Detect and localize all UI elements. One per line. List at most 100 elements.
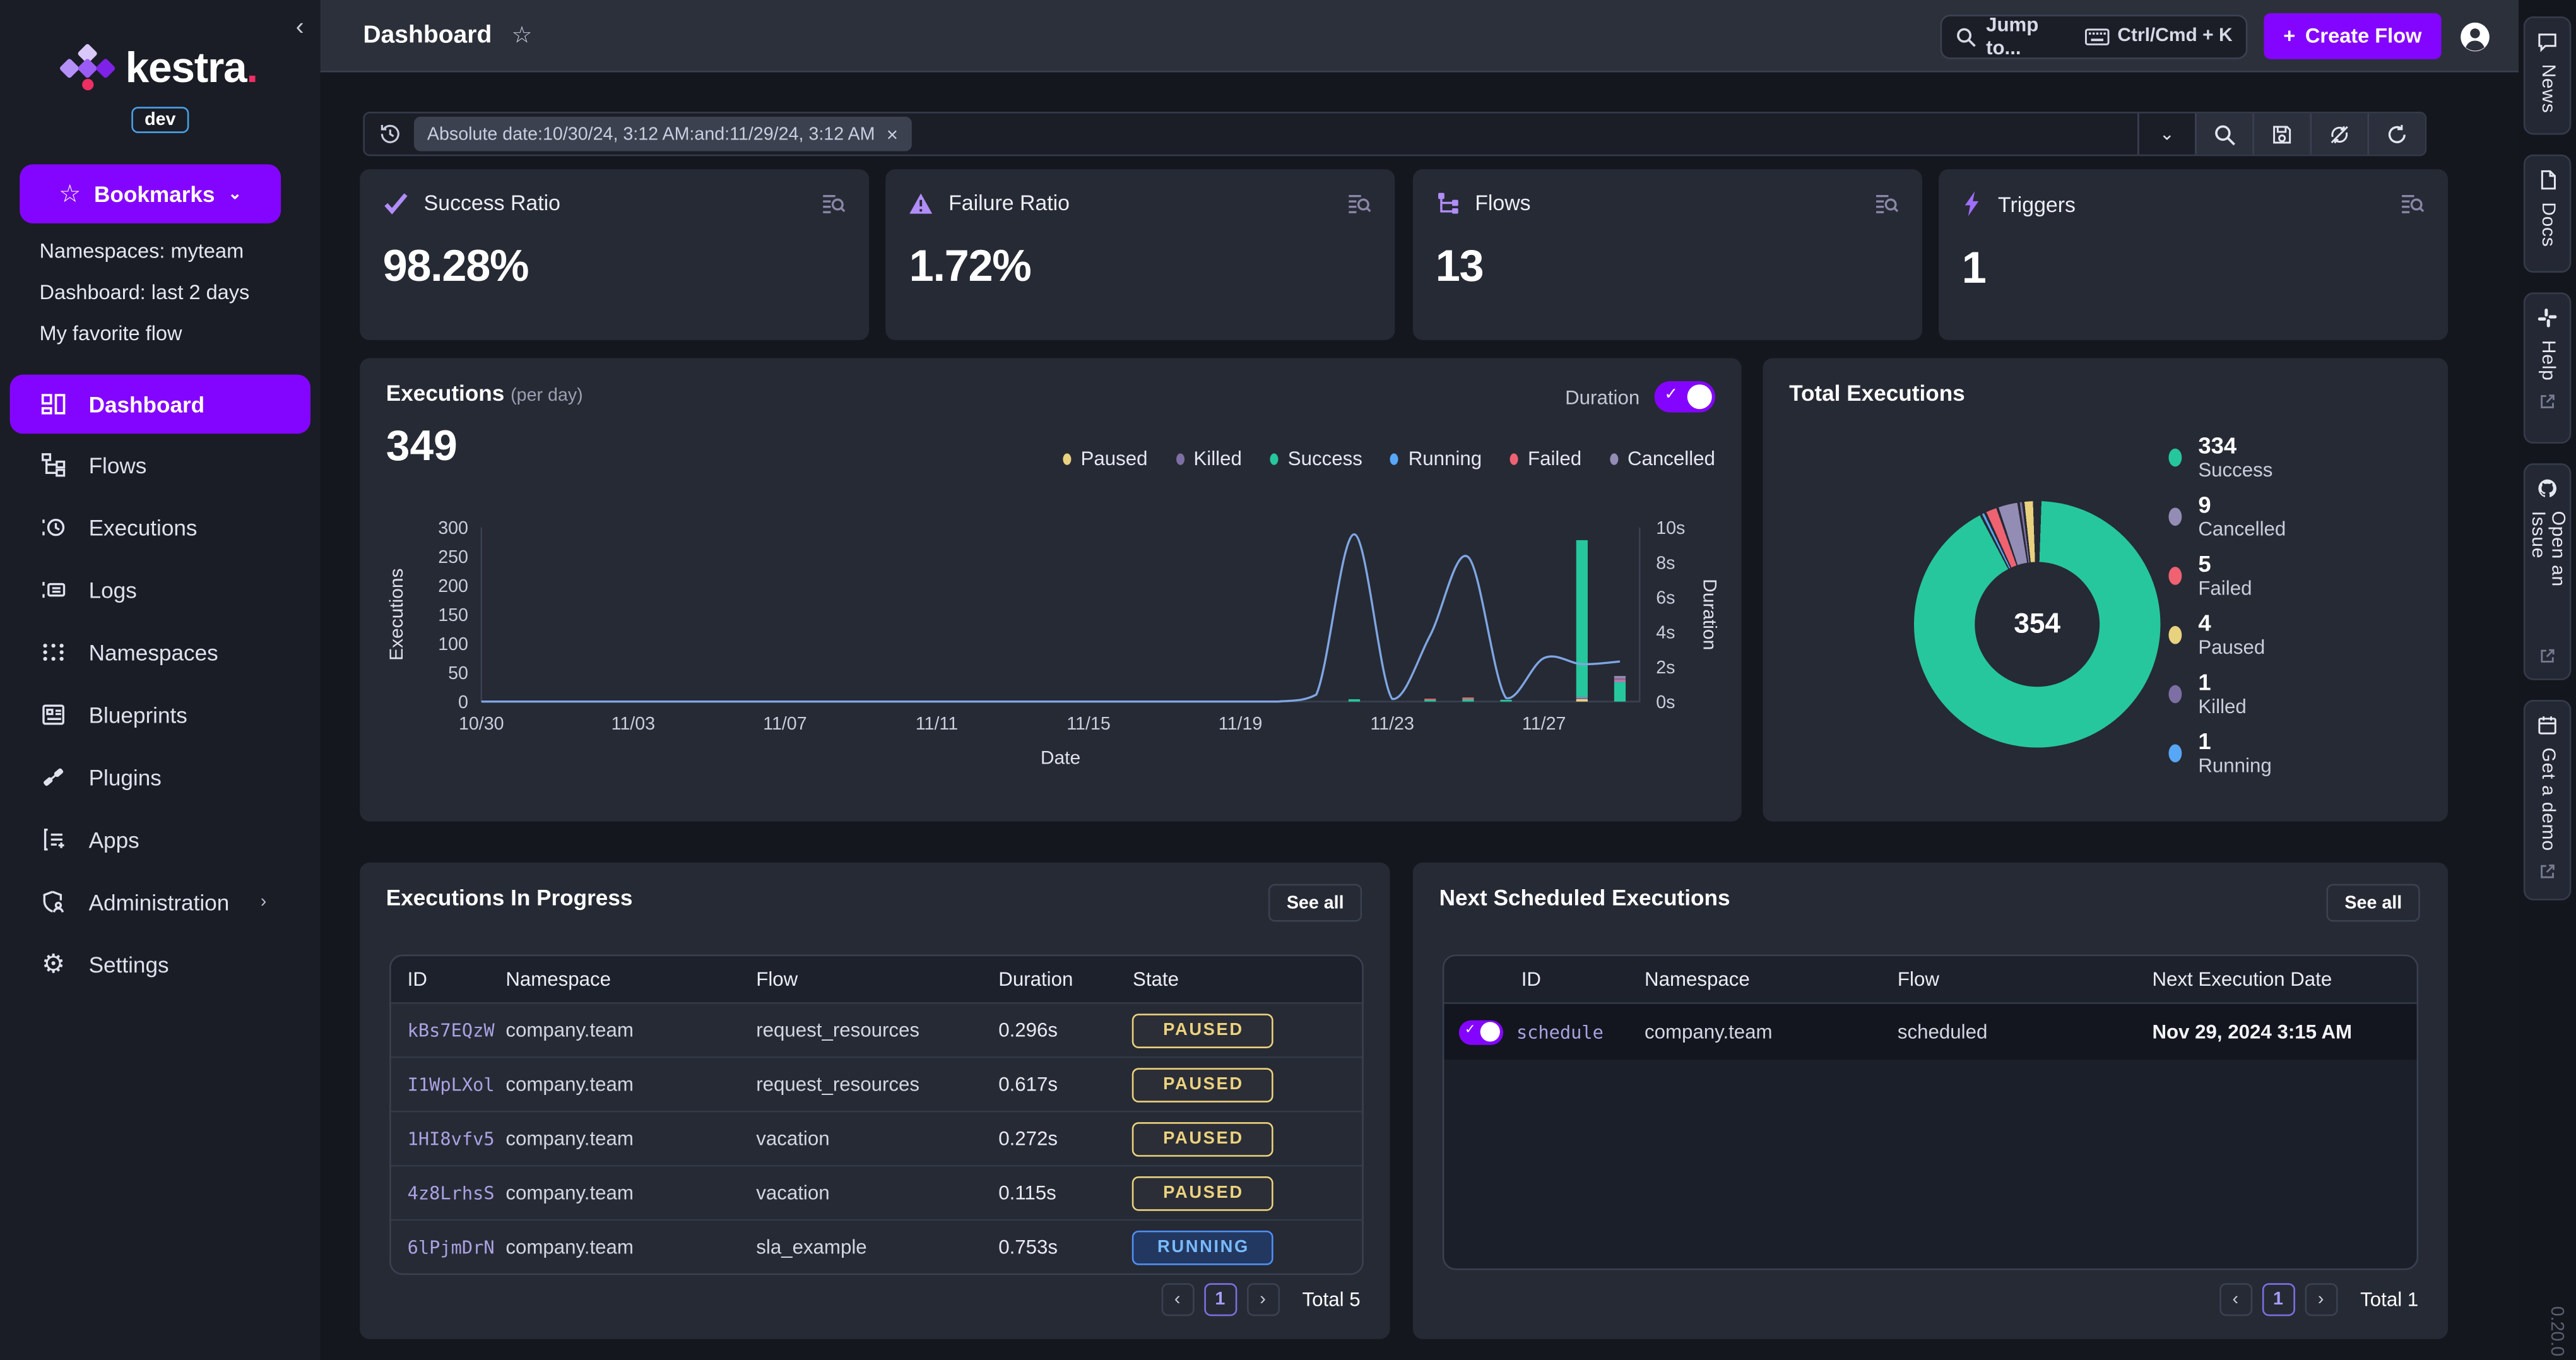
execution-id-link[interactable]: kBs7EQzW (391, 1019, 506, 1041)
filter-expand-button[interactable]: ⌄ (2137, 114, 2195, 155)
svg-text:2s: 2s (1656, 658, 1675, 678)
chevron-right-icon: › (261, 892, 267, 912)
legend-paused[interactable]: Paused (1063, 447, 1148, 470)
star-icon: ☆ (59, 179, 81, 209)
execution-id-link[interactable]: 4z8LrhsS (391, 1182, 506, 1203)
sidebar-item-settings[interactable]: ⚙ Settings (0, 933, 321, 996)
plus-icon: + (2283, 25, 2295, 47)
search-icon (2213, 122, 2236, 145)
refresh-button[interactable] (2367, 114, 2425, 155)
card-success-ratio[interactable]: Success Ratio 98.28% (360, 169, 869, 340)
prev-page-button[interactable]: ‹ (1161, 1283, 1194, 1316)
table-row[interactable]: I1WpLXol company.team request_resources … (391, 1056, 1362, 1111)
sidebar-item-blueprints[interactable]: Blueprints (0, 683, 321, 746)
see-all-button[interactable]: See all (2327, 884, 2420, 922)
donut-legend-failed[interactable]: 5Failed (2168, 552, 2286, 600)
card-flows[interactable]: Flows 13 (1412, 169, 1922, 340)
list-search-icon[interactable] (2401, 192, 2425, 215)
administration-icon (39, 889, 67, 915)
sidebar-item-executions[interactable]: Executions (0, 496, 321, 559)
current-page[interactable]: 1 (1203, 1283, 1236, 1316)
filter-save-button[interactable] (2252, 114, 2310, 155)
card-triggers[interactable]: Triggers 1 (1939, 169, 2448, 340)
blueprints-icon (39, 702, 67, 728)
trigger-enabled-toggle[interactable]: ✓ (1458, 1019, 1503, 1044)
table-row[interactable]: ✓ schedule company.team scheduled Nov 29… (1444, 1002, 2416, 1060)
create-flow-button[interactable]: + Create Flow (2264, 13, 2442, 59)
donut-legend-running[interactable]: 1Running (2168, 730, 2286, 777)
svg-text:11/15: 11/15 (1066, 714, 1111, 734)
keyboard-icon (2084, 27, 2109, 45)
sidebar-item-namespaces[interactable]: Namespaces (0, 621, 321, 683)
current-page[interactable]: 1 (2262, 1283, 2295, 1316)
donut-legend-killed[interactable]: 1Killed (2168, 670, 2286, 718)
card-failure-ratio[interactable]: Failure Ratio 1.72% (886, 169, 1395, 340)
svg-text:4s: 4s (1656, 623, 1675, 643)
filter-chip-date[interactable]: Absolute date:10/30/24, 3:12 AM:and:11/2… (414, 117, 911, 151)
donut-legend-paused[interactable]: 4Paused (2168, 611, 2286, 658)
bookmark-link-namespaces[interactable]: Namespaces: myteam (39, 240, 249, 263)
global-search-input[interactable]: Jump to... Ctrl/Cmd + K (1940, 14, 2247, 58)
list-search-icon[interactable] (1347, 191, 1372, 214)
in-progress-table: ID Namespace Flow Duration State kBs7EQz… (389, 955, 1364, 1275)
svg-text:8s: 8s (1656, 553, 1675, 573)
next-page-button[interactable]: › (2305, 1283, 2337, 1316)
execution-id-link[interactable]: 1HI8vfv5 (391, 1128, 506, 1149)
legend-running[interactable]: Running (1390, 447, 1482, 470)
app-root: ‹ kestra. dev ☆ Bookmarks ⌄ Namespaces: … (0, 0, 2576, 1360)
donut-legend-cancelled[interactable]: 9Cancelled (2168, 493, 2286, 540)
list-search-icon[interactable] (1874, 191, 1899, 214)
next-page-button[interactable]: › (1246, 1283, 1279, 1316)
table-row[interactable]: kBs7EQzW company.team request_resources … (391, 1002, 1362, 1056)
sidebar-collapse-icon[interactable]: ‹ (296, 13, 304, 41)
legend-failed[interactable]: Failed (1510, 447, 1581, 470)
legend-killed[interactable]: Killed (1176, 447, 1242, 470)
table-row[interactable]: 6lPjmDrN company.team sla_example 0.753s… (391, 1219, 1362, 1274)
pagination: ‹ 1 › Total 5 (1161, 1283, 1361, 1316)
svg-text:0: 0 (458, 692, 468, 713)
duration-toggle[interactable]: ✓ (1655, 381, 1715, 412)
alert-triangle-icon (909, 191, 934, 214)
table-row[interactable]: 4z8LrhsS company.team vacation 0.115s PA… (391, 1165, 1362, 1219)
sidebar-item-plugins[interactable]: Plugins (0, 746, 321, 808)
executions-legend: Paused Killed Success Running Failed Can… (1063, 447, 1715, 470)
page-title: Dashboard (363, 21, 492, 49)
tab-open-an-issue[interactable]: Open an Issue (2524, 463, 2571, 680)
success-ratio-value: 98.28% (383, 242, 846, 293)
sidebar-item-logs[interactable]: Logs (0, 559, 321, 621)
bookmark-link-dashboard[interactable]: Dashboard: last 2 days (39, 281, 249, 304)
legend-cancelled[interactable]: Cancelled (1609, 447, 1715, 470)
tab-help[interactable]: Help (2524, 292, 2571, 444)
sidebar-item-flows[interactable]: Flows (0, 434, 321, 496)
tab-get-a-demo[interactable]: Get a demo (2524, 700, 2571, 901)
see-all-button[interactable]: See all (1268, 884, 1362, 922)
triggers-value: 1 (1962, 243, 2425, 294)
slack-icon (2537, 307, 2558, 329)
total-count: Total 5 (1303, 1288, 1361, 1311)
user-avatar[interactable] (2458, 19, 2493, 54)
favorite-star-icon[interactable]: ☆ (512, 21, 533, 49)
list-search-icon[interactable] (821, 191, 846, 214)
filter-search-button[interactable] (2195, 114, 2252, 155)
bookmark-link-favorite[interactable]: My favorite flow (39, 322, 249, 345)
sidebar-item-dashboard[interactable]: Dashboard (10, 375, 310, 434)
legend-success[interactable]: Success (1270, 447, 1362, 470)
execution-id-link[interactable]: I1WpLXol (391, 1073, 506, 1095)
close-icon[interactable]: × (887, 122, 898, 145)
sidebar-item-apps[interactable]: Apps (0, 808, 321, 871)
status-badge: RUNNING (1133, 1230, 1274, 1265)
svg-text:11/19: 11/19 (1219, 714, 1263, 734)
prev-page-button[interactable]: ‹ (2219, 1283, 2252, 1316)
auto-refresh-disabled-icon[interactable] (2310, 114, 2367, 155)
sidebar-menu: Dashboard Flows Executions Logs Namespac… (0, 375, 321, 996)
table-row[interactable]: 1HI8vfv5 company.team vacation 0.272s PA… (391, 1111, 1362, 1165)
filter-bar: Absolute date:10/30/24, 3:12 AM:and:11/2… (363, 112, 2426, 156)
tab-docs[interactable]: Docs (2524, 155, 2571, 273)
svg-text:11/27: 11/27 (1522, 714, 1566, 734)
sidebar-item-administration[interactable]: Administration › (0, 871, 321, 933)
history-icon[interactable] (377, 122, 401, 146)
bookmarks-button[interactable]: ☆ Bookmarks ⌄ (20, 164, 281, 223)
execution-id-link[interactable]: 6lPjmDrN (391, 1236, 506, 1258)
tab-news[interactable]: News (2524, 16, 2571, 134)
donut-legend-success[interactable]: 334Success (2168, 434, 2286, 481)
